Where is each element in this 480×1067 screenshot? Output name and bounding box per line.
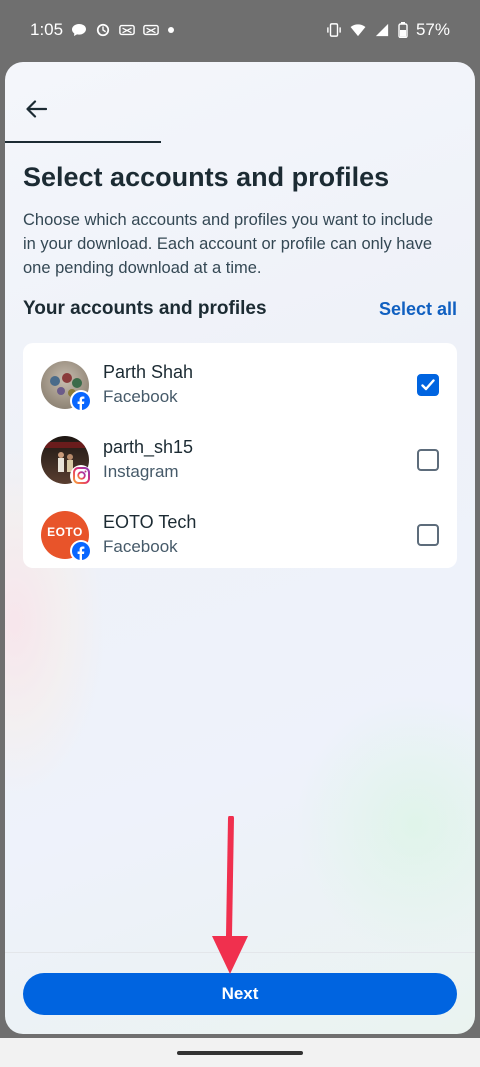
arrow-left-icon bbox=[26, 100, 47, 118]
accounts-section-header: Your accounts and profiles Select all bbox=[23, 298, 457, 320]
vibrate-icon bbox=[327, 23, 341, 37]
account-item-parth-shah[interactable]: Parth Shah Facebook bbox=[23, 347, 457, 422]
avatar bbox=[41, 435, 92, 487]
page-title: Select accounts and profiles bbox=[23, 162, 390, 192]
recording-icon bbox=[119, 24, 135, 36]
clock-icon bbox=[96, 23, 110, 37]
dot-icon bbox=[168, 27, 175, 33]
account-checkbox[interactable] bbox=[417, 448, 439, 471]
instagram-icon bbox=[70, 464, 92, 487]
account-checkbox[interactable] bbox=[417, 523, 439, 546]
facebook-icon bbox=[70, 539, 92, 562]
account-platform: Facebook bbox=[103, 537, 178, 556]
battery-percent: 57% bbox=[415, 20, 450, 39]
eoto-logo: EOTO bbox=[47, 524, 83, 539]
account-item-eoto-tech[interactable]: EOTO EOTO Tech Facebook bbox=[23, 497, 457, 572]
account-platform: Instagram bbox=[103, 462, 179, 481]
account-name: Parth Shah bbox=[103, 362, 194, 382]
status-bar: 1:05 57% bbox=[0, 0, 480, 60]
recording-icon bbox=[143, 24, 159, 36]
annotation-arrow-icon bbox=[212, 816, 248, 974]
signal-icon bbox=[375, 23, 389, 37]
select-accounts-sheet: Select accounts and profiles Choose whic… bbox=[5, 62, 475, 1034]
progress-indicator bbox=[5, 141, 161, 143]
accounts-list: Parth Shah Facebook parth_sh15 Instagram… bbox=[23, 343, 457, 568]
account-platform: Facebook bbox=[103, 387, 178, 406]
select-all-button[interactable]: Select all bbox=[379, 299, 457, 320]
next-button[interactable]: Next bbox=[23, 973, 457, 1015]
avatar: EOTO bbox=[41, 510, 92, 562]
status-time: 1:05 bbox=[30, 20, 64, 39]
account-item-parth-sh15[interactable]: parth_sh15 Instagram bbox=[23, 422, 457, 497]
checkmark-icon bbox=[421, 378, 435, 390]
system-nav-bar bbox=[0, 1038, 480, 1067]
home-gesture-handle[interactable] bbox=[177, 1051, 303, 1055]
facebook-icon bbox=[70, 389, 92, 412]
chat-bubble-icon bbox=[72, 24, 87, 36]
back-button[interactable] bbox=[21, 94, 51, 124]
account-name: EOTO Tech bbox=[103, 512, 197, 532]
account-checkbox[interactable] bbox=[417, 373, 439, 396]
account-name: parth_sh15 bbox=[103, 437, 194, 457]
wifi-icon bbox=[350, 24, 366, 37]
battery-icon bbox=[398, 22, 408, 38]
section-title: Your accounts and profiles bbox=[23, 298, 267, 319]
avatar bbox=[41, 360, 92, 412]
page-description: Choose which accounts and profiles you w… bbox=[23, 211, 433, 277]
